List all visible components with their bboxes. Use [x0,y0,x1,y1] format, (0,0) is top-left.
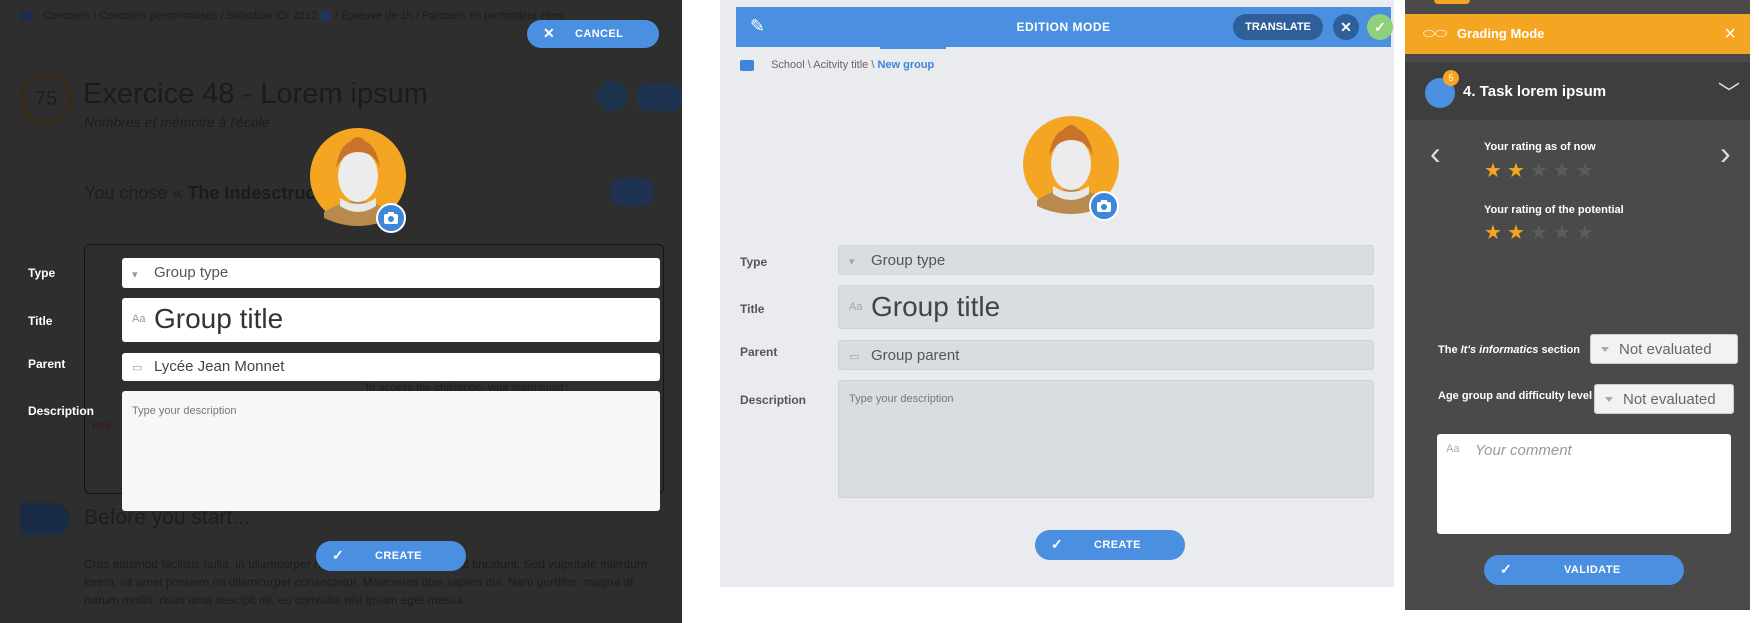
background-subtitle: Nombres et mémoire à l'école [84,114,270,130]
tab-indicator [880,47,946,49]
folder-icon [740,59,754,71]
left-edit-modal: Concours / Concours personnalisés / Séle… [0,0,682,623]
check-icon: ✓ [1374,19,1386,35]
previous-arrow-icon[interactable]: ‹ [1430,135,1441,172]
close-icon: ✕ [543,25,556,41]
star-icon[interactable]: ★ [1530,222,1548,244]
folder-icon: ▭ [132,362,143,374]
background-chose-text: You chose « The Indesctructib [84,183,338,203]
translate-button[interactable]: TRANSLATE [1233,14,1323,40]
grading-header: ⬭⬭ Grading Mode × [1405,14,1750,54]
description-label: Description [28,404,95,418]
background-red-note: Your [90,420,113,432]
text-format-icon: Aa [849,301,863,313]
rating-potential-label: Your rating of the potential [1484,204,1624,216]
validate-button[interactable]: ✓ VALIDATE [1484,555,1684,585]
parent-label: Parent [28,357,66,371]
close-icon[interactable]: × [1724,23,1736,46]
star-icon[interactable]: ★ [1484,160,1502,182]
camera-upload-button[interactable] [376,203,406,233]
title-label: Title [28,314,53,328]
type-select[interactable]: ▾ Group type [122,258,660,288]
rating-now-label: Your rating as of now [1484,141,1596,153]
caret-down-icon [1605,397,1613,402]
chevron-down-icon: ﹀ [1717,81,1740,106]
description-textarea[interactable]: Type your description [122,391,660,511]
age-label: Age group and difficulty level [1438,390,1593,402]
star-icon[interactable]: ★ [1553,222,1571,244]
camera-upload-button[interactable] [1089,191,1119,221]
text-format-icon: Aa [1446,443,1460,455]
chevron-down-icon: ▾ [849,256,855,268]
star-icon[interactable]: ★ [1576,222,1594,244]
close-edit-button[interactable]: ✕ [1333,14,1359,40]
camera-icon [384,212,398,224]
cancel-button[interactable]: ✕ CANCEL [527,20,659,48]
age-select[interactable]: Not evaluated [1594,384,1734,414]
task-selector[interactable]: 5 4. Task lorem ipsum ﹀ [1405,62,1750,120]
star-icon[interactable]: ★ [1507,160,1525,182]
book-icon [20,503,70,535]
title-input[interactable]: Aa Group title [838,285,1374,329]
check-icon: ✓ [1051,536,1064,552]
type-label: Type [28,266,56,280]
section-label: The It's informatics section [1438,344,1581,356]
background-breadcrumb: Concours / Concours personnalisés / Séle… [20,10,564,23]
create-button[interactable]: ✓ CREATE [1035,530,1185,560]
caret-down-icon [1601,347,1609,352]
info-dot-icon [320,10,333,23]
rating-potential-stars[interactable]: ★ ★ ★ ★ ★ [1484,220,1599,245]
description-textarea[interactable]: Type your description [838,380,1374,498]
folder-icon [20,11,34,22]
next-arrow-icon[interactable]: › [1720,135,1731,172]
panel-tab [1434,0,1470,4]
title-input[interactable]: Aa Group title [122,298,660,342]
star-icon[interactable]: ★ [1553,160,1571,182]
camera-icon [1097,200,1111,212]
folder-icon: ▭ [849,351,860,363]
type-select[interactable]: ▾ Group type [838,245,1374,275]
team-icon [610,178,654,206]
parent-select[interactable]: ▭ Group parent [838,340,1374,370]
task-name: 4. Task lorem ipsum [1463,83,1607,100]
glasses-icon: ⬭⬭ [1423,25,1447,41]
chevron-down-icon: ▾ [132,269,138,281]
edit-icon [597,81,627,111]
star-icon[interactable]: ★ [1507,222,1525,244]
task-badge: 5 [1443,70,1459,86]
check-icon: ✓ [1500,561,1513,577]
background-title: Exercice 48 - Lorem ipsum [83,78,428,110]
description-label: Description [740,393,807,407]
text-format-icon: Aa [132,313,146,325]
parent-label: Parent [740,345,778,359]
close-icon: ✕ [1340,19,1352,35]
navigation-arrows-icon [636,83,682,111]
check-icon: ✓ [332,547,345,563]
background-score: 75 [20,73,72,125]
title-label: Title [740,302,765,316]
rating-now-stars[interactable]: ★ ★ ★ ★ ★ [1484,158,1599,183]
section-select[interactable]: Not evaluated [1590,334,1738,364]
type-label: Type [740,255,768,269]
star-icon[interactable]: ★ [1484,222,1502,244]
confirm-edit-button[interactable]: ✓ [1367,14,1393,40]
star-icon[interactable]: ★ [1576,160,1594,182]
star-icon[interactable]: ★ [1530,160,1548,182]
create-button[interactable]: ✓ CREATE [316,541,466,571]
comment-textarea[interactable]: Aa Your comment [1437,434,1731,534]
breadcrumb: School \ Acitvity title \ New group [740,59,934,71]
parent-select[interactable]: ▭ Lycée Jean Monnet [122,353,660,381]
